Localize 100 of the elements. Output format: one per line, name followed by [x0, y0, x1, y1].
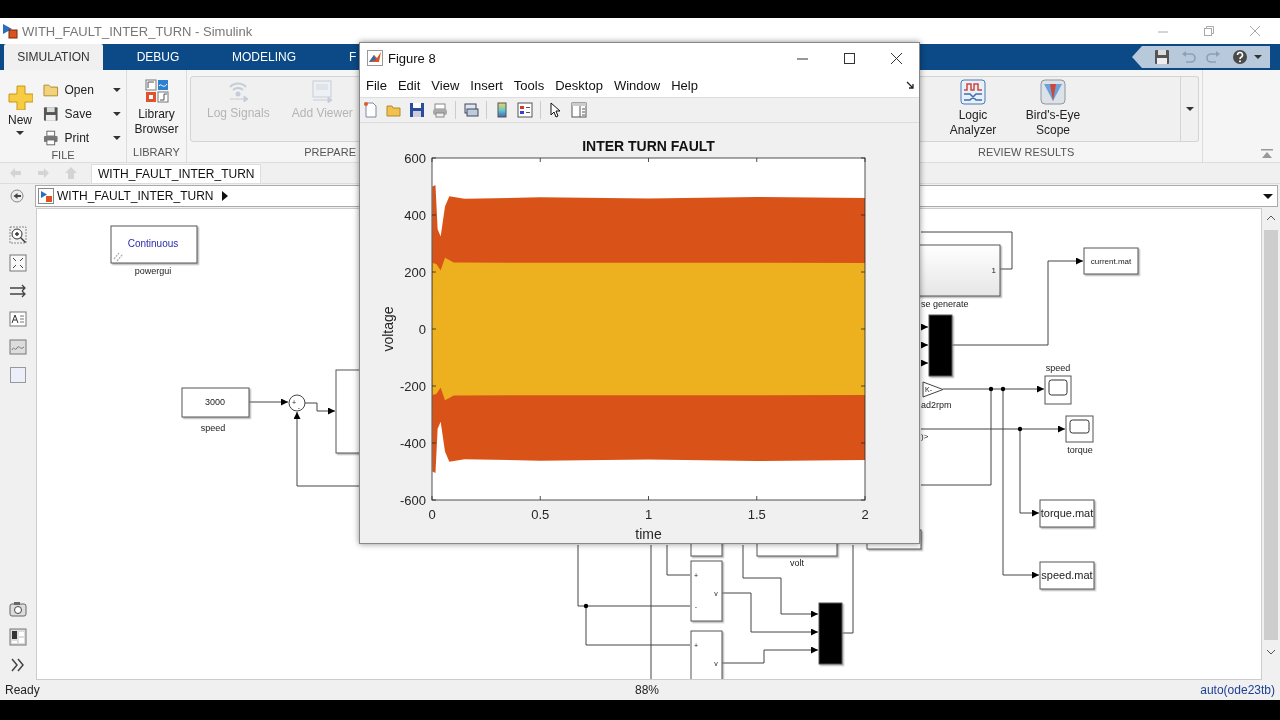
ribbon-button[interactable]: Open [41, 81, 123, 99]
ribbon-button[interactable]: Logic Analyzer [938, 77, 1008, 141]
block-label: torque [1067, 445, 1093, 455]
axis-label: time [635, 526, 662, 542]
hide-explorer-icon[interactable] [10, 189, 24, 203]
ribbon-tab[interactable]: MODELING [213, 44, 315, 70]
model-icon [38, 188, 54, 204]
ribbon-button[interactable]: Bird's-Eye Scope [1018, 77, 1088, 141]
block-label: speed [200, 423, 226, 433]
block-label: se generate [921, 299, 969, 309]
block-text: 3000 [205, 397, 225, 407]
model-tab[interactable]: WITH_FAULT_INTER_TURN [91, 164, 262, 183]
area-icon[interactable] [9, 366, 27, 384]
monitor-icon [310, 79, 335, 103]
menu-item[interactable]: Insert [470, 77, 503, 93]
path-arrow-icon[interactable] [222, 191, 229, 201]
chevron-icon[interactable] [9, 656, 27, 674]
gain-block[interactable] [922, 381, 944, 398]
signal-line [920, 323, 929, 331]
solver-link[interactable]: auto(ode23tb) [1200, 683, 1275, 697]
legend-icon[interactable] [517, 102, 533, 118]
junction-dot [583, 603, 589, 609]
window-title: WITH_FAULT_INTER_TURN - Simulink [22, 23, 253, 39]
annotation-icon[interactable] [9, 310, 27, 328]
tick-label: -400 [399, 435, 426, 451]
constant-block[interactable] [181, 387, 250, 418]
caret-icon[interactable] [1254, 55, 1262, 59]
group-label: LIBRARY [133, 146, 180, 158]
dock-arrow-icon[interactable] [906, 80, 915, 90]
menu-item[interactable]: Desktop [555, 77, 603, 93]
block-label: volt [790, 558, 804, 568]
zoom-icon[interactable] [9, 226, 27, 244]
group-label: PREPARE [304, 146, 356, 158]
fan-icon [1040, 79, 1066, 105]
property-inspector-icon[interactable] [9, 628, 27, 646]
app-icon [2, 23, 18, 39]
tick-label: 0 [418, 321, 426, 337]
to-file-block[interactable] [1039, 561, 1095, 590]
camera-icon[interactable] [9, 600, 27, 618]
new-file-icon[interactable] [363, 102, 379, 118]
voltage-measurement-block[interactable] [690, 560, 723, 622]
ribbon-button[interactable]: Save [41, 105, 123, 123]
ribbon-tab[interactable]: F [315, 44, 359, 70]
menu-item[interactable]: View [431, 77, 460, 93]
close-icon[interactable] [890, 51, 903, 65]
signal-arrows-icon[interactable] [9, 282, 27, 300]
menu-item[interactable]: File [366, 77, 387, 93]
block-text: speed.mat [1041, 569, 1093, 582]
tick-label: 200 [404, 264, 426, 280]
tick-label: -600 [399, 492, 426, 508]
junction-dot [1017, 426, 1023, 432]
tick-label: 0.5 [531, 507, 550, 522]
ribbon-tab[interactable]: SIMULATION [4, 44, 103, 70]
menu-item[interactable]: Tools [513, 77, 545, 93]
tick-label: 2 [861, 507, 869, 522]
mux-block[interactable] [818, 602, 843, 665]
scope-block[interactable] [1044, 375, 1072, 405]
ribbon-button[interactable]: New [3, 76, 37, 147]
property-editor-icon[interactable] [571, 102, 587, 118]
square-wave-icon [960, 79, 986, 105]
printer-icon[interactable] [432, 102, 448, 118]
to-file-block[interactable] [1083, 247, 1139, 275]
chart-title: INTER TURN FAULT [582, 138, 715, 154]
help-icon[interactable] [1232, 49, 1248, 65]
tick-label: 400 [404, 207, 426, 223]
colorbar-icon[interactable] [494, 102, 510, 118]
group-label: FILE [51, 149, 75, 161]
zoom-level: 88% [635, 683, 661, 697]
path-text: WITH_FAULT_INTER_TURN [57, 189, 214, 203]
menu-item[interactable]: Help [671, 77, 698, 93]
powergui-block[interactable] [110, 225, 198, 264]
block-label: ad2rpm [921, 400, 952, 410]
scrollbar-thumb[interactable] [1264, 230, 1278, 640]
linked-plot-icon[interactable] [463, 102, 479, 118]
dropdown-caret-icon[interactable] [1263, 193, 1273, 199]
mux-block[interactable] [928, 314, 953, 377]
group-label: REVIEW RESULTS [978, 146, 1075, 158]
save-icon[interactable] [1154, 49, 1170, 65]
fit-view-icon[interactable] [9, 254, 27, 272]
ribbon-button[interactable]: Print [41, 129, 123, 147]
folder-icon [43, 82, 59, 98]
menu-item[interactable]: Edit [397, 77, 421, 93]
tick-label: 600 [404, 150, 426, 166]
scroll-down-icon[interactable] [1266, 648, 1276, 656]
window-title: Figure 8 [388, 50, 436, 66]
image-icon[interactable] [9, 338, 27, 356]
printer-icon [43, 130, 59, 146]
voltage-measurement-block[interactable] [690, 630, 723, 679]
sum-block[interactable] [288, 394, 306, 412]
collapse-ribbon-icon[interactable] [1261, 149, 1273, 159]
scroll-up-icon[interactable] [1266, 214, 1276, 222]
maximize-icon[interactable] [843, 51, 856, 65]
ribbon-button[interactable]: Library Browser [130, 76, 183, 144]
to-file-block[interactable] [1039, 499, 1095, 528]
tick-label: -200 [399, 378, 426, 394]
ribbon-tab[interactable]: DEBUG [103, 44, 213, 70]
tick-label: 0 [428, 507, 436, 522]
block-label: speed [1045, 363, 1071, 373]
menu-item[interactable]: Window [613, 77, 661, 93]
scope-block[interactable] [1065, 415, 1094, 443]
